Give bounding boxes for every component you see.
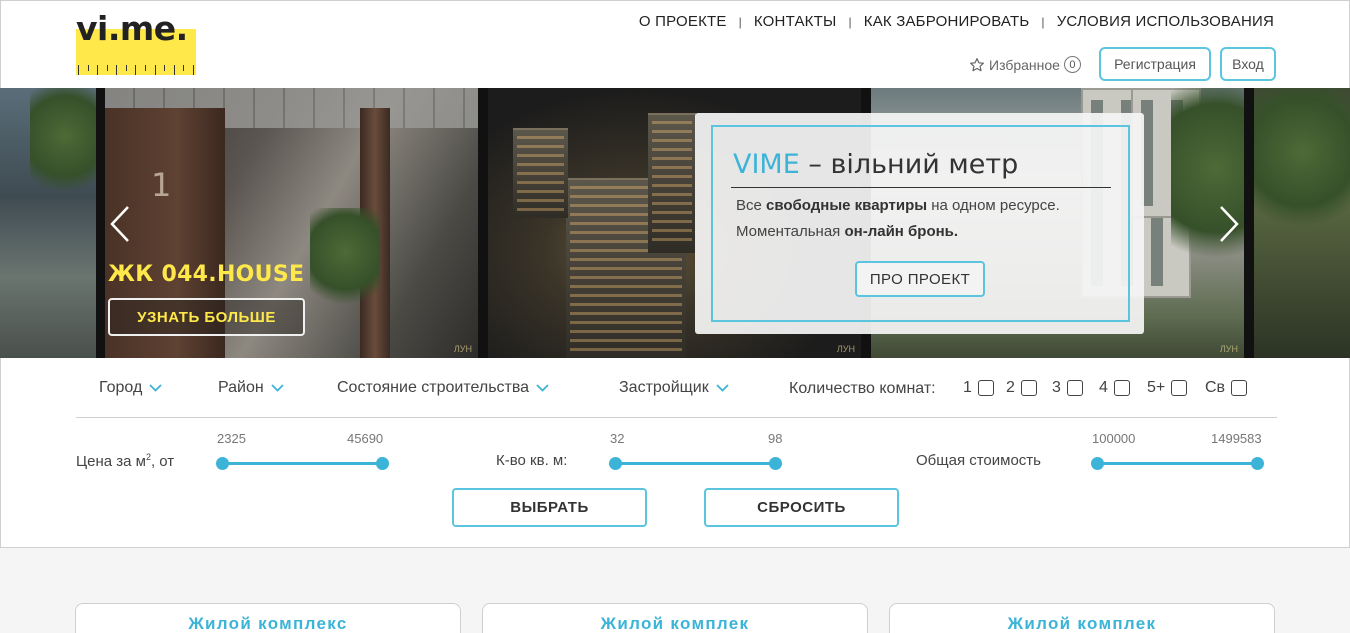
slider-next-arrow[interactable] bbox=[1217, 204, 1241, 244]
promo-box: VIME – вільний метр Все свободные кварти… bbox=[695, 113, 1144, 334]
nav-contacts[interactable]: КОНТАКТЫ bbox=[754, 13, 837, 30]
room-checkbox[interactable] bbox=[1113, 380, 1130, 396]
about-project-button[interactable]: ПРО ПРОЕКТ bbox=[855, 261, 985, 297]
site-header: vi.me. О ПРОЕКТЕ | КОНТАКТЫ | КАК ЗАБРОН… bbox=[0, 0, 1350, 88]
register-button[interactable]: Регистрация bbox=[1099, 47, 1211, 81]
total-max-value: 1499583 bbox=[1211, 431, 1262, 446]
total-min-value: 100000 bbox=[1092, 431, 1136, 446]
room-checkbox[interactable] bbox=[1231, 380, 1248, 396]
favorites-link[interactable]: Избранное 0 bbox=[969, 56, 1081, 73]
construction-status-dropdown[interactable]: Состояние строительства bbox=[337, 379, 549, 397]
complex-card[interactable]: Жилой комплек bbox=[889, 603, 1275, 633]
area-label: К-во кв. м: bbox=[496, 452, 568, 469]
complex-card[interactable]: Жилой комплек bbox=[482, 603, 868, 633]
promo-title-rest: – вільний метр bbox=[799, 149, 1019, 180]
area-min-value: 32 bbox=[610, 431, 625, 446]
slider-prev-arrow[interactable] bbox=[108, 204, 132, 244]
chevron-down-icon bbox=[271, 384, 284, 392]
room-option-5-plus: 5+ bbox=[1147, 379, 1188, 397]
site-logo[interactable]: vi.me. bbox=[76, 11, 196, 75]
room-checkbox[interactable] bbox=[977, 380, 994, 396]
city-dropdown[interactable]: Город bbox=[99, 379, 162, 397]
room-checkbox[interactable] bbox=[1171, 380, 1188, 396]
nav-about[interactable]: О ПРОЕКТЕ bbox=[639, 13, 727, 30]
promo-frame: VIME – вільний метр Все свободные кварти… bbox=[711, 125, 1130, 322]
card-title: Жилой комплекс bbox=[188, 614, 348, 633]
total-max-handle[interactable] bbox=[1251, 457, 1264, 470]
complex-card[interactable]: Жилой комплекс bbox=[75, 603, 461, 633]
promo-line-1: Все свободные квартиры на одном ресурсе. bbox=[736, 197, 1060, 214]
card-title: Жилой комплек bbox=[600, 614, 750, 633]
login-button[interactable]: Вход bbox=[1220, 47, 1276, 81]
chevron-down-icon bbox=[536, 384, 549, 392]
reset-button[interactable]: СБРОСИТЬ bbox=[704, 488, 899, 527]
nav-terms[interactable]: УСЛОВИЯ ИСПОЛЬЗОВАНИЯ bbox=[1057, 13, 1274, 30]
chevron-down-icon bbox=[716, 384, 729, 392]
favorites-label: Избранное bbox=[989, 56, 1060, 73]
select-button[interactable]: ВЫБРАТЬ bbox=[452, 488, 647, 527]
top-navigation: О ПРОЕКТЕ | КОНТАКТЫ | КАК ЗАБРОНИРОВАТЬ… bbox=[639, 13, 1274, 30]
area-max-handle[interactable] bbox=[769, 457, 782, 470]
slide-title: ЖК 044.HOUSE bbox=[108, 262, 305, 287]
search-filters: Город Район Состояние строительства Заст… bbox=[0, 358, 1350, 548]
promo-title: VIME – вільний метр bbox=[733, 149, 1018, 180]
total-min-handle[interactable] bbox=[1091, 457, 1104, 470]
price-range-track[interactable] bbox=[222, 462, 382, 465]
promo-divider bbox=[731, 187, 1111, 188]
nav-separator: | bbox=[848, 14, 852, 29]
price-max-value: 45690 bbox=[347, 431, 384, 446]
star-icon bbox=[970, 57, 984, 71]
price-min-value: 2325 bbox=[217, 431, 246, 446]
promo-line-2: Моментальная он-лайн бронь. bbox=[736, 223, 959, 240]
slide-watermark: ЛУН bbox=[453, 344, 472, 354]
room-checkbox[interactable] bbox=[1066, 380, 1083, 396]
chevron-right-icon bbox=[1220, 206, 1239, 242]
hero-slider: 1 ЛУН ЛУН ЛУН ЖК 044.HOUSE УЗНАТЬ БОЛЬШЕ… bbox=[0, 88, 1350, 358]
room-checkbox[interactable] bbox=[1020, 380, 1037, 396]
room-option-2: 2 bbox=[1006, 379, 1037, 397]
slide-image-partial-left[interactable] bbox=[0, 88, 96, 358]
slide-image-partial-right[interactable] bbox=[1254, 88, 1350, 358]
area-min-handle[interactable] bbox=[609, 457, 622, 470]
nav-how-to-book[interactable]: КАК ЗАБРОНИРОВАТЬ bbox=[864, 13, 1030, 30]
card-title: Жилой комплек bbox=[1007, 614, 1157, 633]
room-option-1: 1 bbox=[963, 379, 994, 397]
price-max-handle[interactable] bbox=[376, 457, 389, 470]
area-range-track[interactable] bbox=[615, 462, 775, 465]
filter-dropdown-row: Город Район Состояние строительства Заст… bbox=[76, 358, 1277, 418]
room-option-4: 4 bbox=[1099, 379, 1130, 397]
area-max-value: 98 bbox=[768, 431, 783, 446]
chevron-left-icon bbox=[110, 206, 129, 242]
chevron-down-icon bbox=[149, 384, 162, 392]
price-per-m2-label: Цена за м2, от bbox=[76, 452, 175, 470]
room-option-free: Св bbox=[1205, 379, 1248, 397]
total-range-track[interactable] bbox=[1097, 462, 1257, 465]
nav-separator: | bbox=[738, 14, 742, 29]
slide-watermark: ЛУН bbox=[836, 344, 855, 354]
learn-more-button[interactable]: УЗНАТЬ БОЛЬШЕ bbox=[108, 298, 305, 336]
slide-watermark: ЛУН bbox=[1219, 344, 1238, 354]
logo-text: vi.me. bbox=[76, 9, 188, 48]
promo-brand: VIME bbox=[733, 149, 800, 180]
developer-dropdown[interactable]: Застройщик bbox=[619, 379, 729, 397]
rooms-label: Количество комнат: bbox=[789, 380, 936, 397]
price-min-handle[interactable] bbox=[216, 457, 229, 470]
total-cost-label: Общая стоимость bbox=[916, 452, 1041, 469]
district-dropdown[interactable]: Район bbox=[218, 379, 284, 397]
room-option-3: 3 bbox=[1052, 379, 1083, 397]
nav-separator: | bbox=[1041, 14, 1045, 29]
favorites-count-badge: 0 bbox=[1063, 56, 1081, 73]
